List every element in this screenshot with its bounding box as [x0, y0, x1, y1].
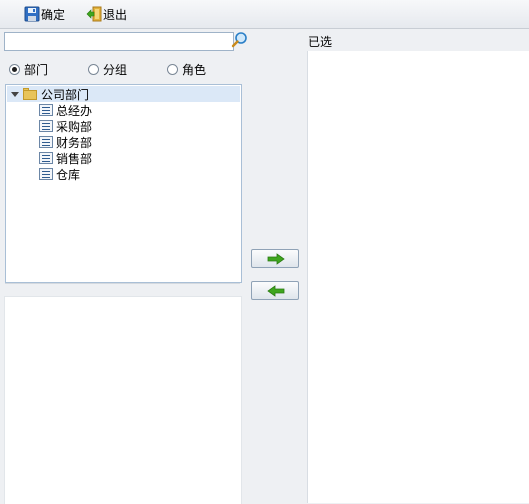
tree-item-label: 总经办	[56, 103, 93, 118]
tree-root-label: 公司部门	[41, 87, 90, 102]
tree-item-purchasing[interactable]: 采购部	[39, 118, 92, 134]
tree-item-sales[interactable]: 销售部	[39, 150, 92, 166]
candidate-list[interactable]	[4, 296, 242, 504]
tree-item-label: 仓库	[56, 167, 81, 182]
radio-department-label: 部门	[24, 62, 49, 77]
department-node-icon	[39, 104, 53, 116]
radio-role-dot[interactable]	[167, 63, 178, 75]
search-input[interactable]	[4, 32, 234, 51]
selected-list[interactable]	[307, 51, 529, 503]
horizontal-scrollbar[interactable]	[5, 283, 240, 296]
confirm-label: 确定	[41, 7, 66, 22]
arrow-left-icon	[267, 285, 285, 297]
add-selected-button[interactable]	[251, 249, 299, 268]
arrow-right-icon	[267, 253, 285, 265]
radio-role-label: 角色	[182, 62, 207, 77]
tree-item-warehouse[interactable]: 仓库	[39, 166, 80, 182]
collapse-arrow-icon[interactable]	[11, 91, 19, 97]
tree-root-node[interactable]: 公司部门	[7, 86, 240, 102]
department-node-icon	[39, 120, 53, 132]
department-node-icon	[39, 136, 53, 148]
radio-department[interactable]: 部门	[9, 61, 48, 77]
magnifier-icon[interactable]	[231, 31, 249, 49]
tree-item-general-office[interactable]: 总经办	[39, 102, 92, 118]
tree-item-finance[interactable]: 财务部	[39, 134, 92, 150]
radio-role[interactable]: 角色	[167, 61, 206, 77]
exit-door-icon	[86, 6, 102, 22]
radio-group[interactable]: 分组	[88, 61, 127, 77]
tree-item-label: 财务部	[56, 135, 93, 150]
selected-title: 已选	[308, 35, 333, 49]
exit-label: 退出	[103, 7, 128, 22]
save-disk-icon	[24, 6, 40, 22]
exit-button[interactable]: 退出	[86, 5, 127, 23]
radio-group-dot[interactable]	[88, 63, 99, 75]
department-node-icon	[39, 152, 53, 164]
tree-item-label: 采购部	[56, 119, 93, 134]
toolbar: 确定 退出	[0, 0, 529, 29]
remove-selected-button[interactable]	[251, 281, 299, 300]
department-node-icon	[39, 168, 53, 180]
confirm-button[interactable]: 确定	[24, 5, 65, 23]
radio-group-label: 分组	[103, 62, 128, 77]
folder-icon	[23, 87, 37, 100]
radio-department-dot[interactable]	[9, 63, 20, 75]
department-tree: 公司部门 总经办 采购部 财务部 销售部 仓库	[5, 84, 242, 283]
tree-item-label: 销售部	[56, 151, 93, 166]
